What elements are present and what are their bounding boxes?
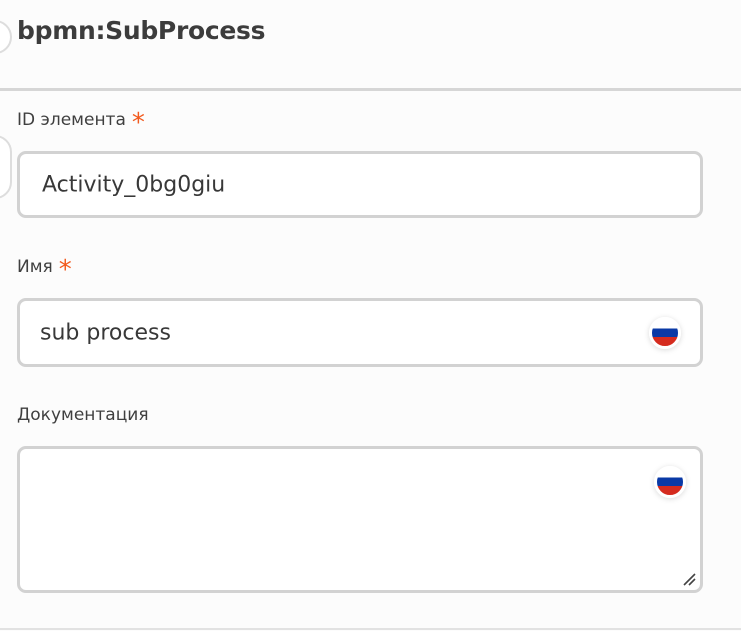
resize-handle-icon[interactable] [682,572,696,586]
id-input-value: Activity_0bg0giu [42,172,226,197]
russia-flag-icon[interactable] [654,466,686,498]
required-asterisk: * [131,108,145,138]
documentation-label: Документация [17,405,149,425]
id-label: ID элемента * [17,110,145,136]
id-input[interactable]: Activity_0bg0giu [17,151,703,218]
required-asterisk: * [58,255,72,285]
name-input-value: sub process [40,320,171,345]
page-title: bpmn:SubProcess [17,16,266,45]
name-label-text: Имя [17,257,53,277]
header-divider [0,88,741,91]
id-label-text: ID элемента [17,110,126,130]
side-handle[interactable] [0,135,12,199]
bottom-divider [0,628,741,630]
documentation-textarea[interactable] [17,446,703,593]
name-label: Имя * [17,257,72,283]
russia-flag-icon[interactable] [649,317,681,349]
collapse-handle[interactable] [0,20,12,54]
name-input[interactable]: sub process [17,298,703,367]
